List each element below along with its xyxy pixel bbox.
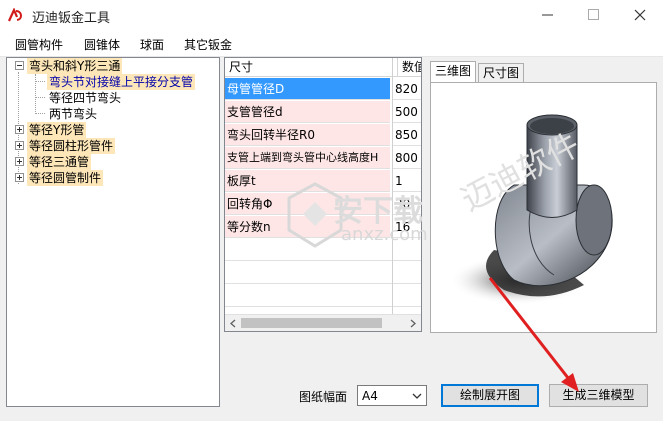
- grid-column-divider: [392, 58, 393, 331]
- paper-size-label: 图纸幅面: [299, 390, 348, 404]
- grid-horizontal-scrollbar[interactable]: [225, 314, 421, 331]
- tree-line: [35, 97, 45, 98]
- minimize-icon: [542, 14, 553, 16]
- grid-label-cell[interactable]: 支管上端到弯头管中心线高度H: [225, 147, 390, 169]
- title-bar: 迈迪钣金工具: [0, 0, 663, 30]
- tree-node-label: 弯头和斜Y形三通: [27, 58, 123, 74]
- window-title: 迈迪钣金工具: [32, 11, 111, 26]
- paper-size-select[interactable]: A4: [357, 385, 427, 406]
- close-icon: [634, 9, 646, 21]
- chevron-down-icon: [412, 393, 422, 399]
- tree-node-label: 两节弯头: [49, 107, 98, 121]
- grid-label-cell[interactable]: 支管管径d: [225, 101, 390, 123]
- app-logo-icon: [8, 8, 22, 22]
- draw-unfold-button[interactable]: 绘制展开图: [441, 384, 539, 407]
- scroll-right-icon[interactable]: [409, 319, 417, 328]
- grid-value-cell[interactable]: 800: [393, 147, 421, 169]
- tab-panel: [430, 82, 657, 333]
- grid-header-dimension[interactable]: 尺寸: [225, 58, 397, 77]
- expand-icon[interactable]: [15, 157, 24, 166]
- close-button[interactable]: [617, 0, 663, 30]
- maximize-icon: [588, 9, 599, 20]
- grid-label-cell[interactable]: 弯头回转半径R0: [225, 124, 390, 146]
- tree-node-label: 等径圆管制件: [27, 170, 104, 186]
- expand-icon[interactable]: [15, 141, 24, 150]
- expand-icon[interactable]: [15, 125, 24, 134]
- grid-value-cell[interactable]: 500: [393, 101, 421, 123]
- collapse-icon[interactable]: [15, 61, 24, 70]
- grid-value-cell[interactable]: 30: [393, 193, 421, 215]
- pipe-model-render: [449, 114, 613, 305]
- model-3d-viewport[interactable]: [434, 90, 652, 328]
- menu-pipe-components[interactable]: 圆管构件: [15, 36, 63, 53]
- grid-value-cell[interactable]: 850: [393, 124, 421, 146]
- tree-node-label: 等径四节弯头: [49, 91, 122, 105]
- tree-line: [35, 81, 45, 82]
- bottom-toolbar: 图纸幅面 A4 绘制展开图 生成三维模型: [0, 376, 663, 411]
- grid-label-cell[interactable]: 回转角Φ: [225, 193, 390, 215]
- tree-line: [35, 74, 36, 114]
- menu-cone[interactable]: 圆锥体: [84, 36, 120, 53]
- grid-value-cell[interactable]: 16: [393, 216, 421, 238]
- grid-header-value[interactable]: 数值: [397, 58, 421, 77]
- grid-value-cell[interactable]: 1: [393, 170, 421, 192]
- tree-line: [35, 113, 45, 114]
- tab-3d-view[interactable]: 三维图: [430, 61, 477, 82]
- grid-value-cell[interactable]: 820: [393, 78, 421, 100]
- tree-node-label: 弯头节对接缝上平接分支管: [47, 74, 196, 90]
- minimize-button[interactable]: [525, 0, 571, 30]
- menu-bar: 圆管构件 圆锥体 球面 其它钣金: [0, 30, 663, 57]
- menu-other-sheetmetal[interactable]: 其它钣金: [184, 36, 232, 53]
- generate-3d-model-button[interactable]: 生成三维模型: [549, 384, 648, 407]
- scroll-left-icon[interactable]: [229, 319, 237, 328]
- tree-node-label: 等径圆柱形管件: [27, 138, 116, 154]
- tree-node-label: 等径Y形管: [27, 122, 87, 138]
- tree-node-label: 等径三通管: [27, 154, 92, 170]
- scroll-thumb[interactable]: [241, 318, 382, 328]
- grid-label-cell[interactable]: 母管管径D: [225, 78, 390, 100]
- preview-tabs: 三维图 尺寸图: [430, 61, 657, 333]
- paper-size-value: A4: [362, 389, 378, 403]
- grid-label-cell[interactable]: 板厚t: [225, 170, 390, 192]
- parameter-grid[interactable]: 尺寸 数值 母管管径D 820 支管管径d 500 弯头回转半径R0 850 支…: [224, 57, 422, 332]
- tab-dimension-view[interactable]: 尺寸图: [478, 63, 525, 82]
- expand-icon[interactable]: [15, 173, 24, 182]
- maximize-button[interactable]: [571, 0, 617, 30]
- menu-sphere[interactable]: 球面: [140, 36, 164, 53]
- grid-label-cell[interactable]: 等分数n: [225, 216, 390, 238]
- component-tree[interactable]: 弯头和斜Y形三通 弯头节对接缝上平接分支管 等径四节弯头 两节弯头 等径Y形管 …: [6, 57, 220, 407]
